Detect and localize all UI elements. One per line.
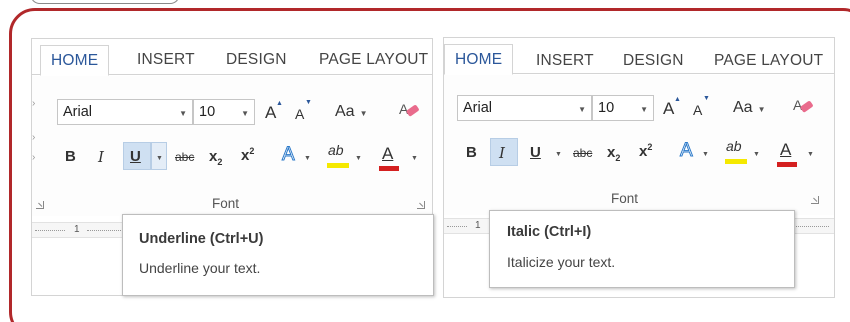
text-effects-button[interactable]: A <box>680 140 694 162</box>
ribbon-tab-bar: HOME INSERT DESIGN PAGE LAYOUT <box>32 39 432 76</box>
clipboard-launcher-icon[interactable] <box>36 201 44 209</box>
tooltip-description: Underline your text. <box>139 260 261 276</box>
tab-home[interactable]: HOME <box>444 44 514 75</box>
underline-tooltip: Underline (Ctrl+U) Underline your text. <box>122 214 434 296</box>
chevron-down-icon[interactable]: ▼ <box>555 151 562 158</box>
font-group: › › › Arial ▼ 10 ▼ A ▲ A ▼ Aa ▼ A B I U ▼ a… <box>32 76 432 216</box>
svg-text:A: A <box>399 101 409 117</box>
chevron-down-icon[interactable]: ▼ <box>411 155 418 162</box>
previous-callout-fragment <box>30 0 180 4</box>
ruler-number: 1 <box>74 224 80 235</box>
ruler-number: 1 <box>475 220 481 231</box>
font-name-value: Arial <box>63 104 93 120</box>
tab-insert[interactable]: INSERT <box>137 51 195 69</box>
subscript-button[interactable]: x2 <box>607 144 620 163</box>
font-name-value: Arial <box>463 100 493 116</box>
highlight-color-button[interactable]: ab <box>725 138 747 164</box>
bold-button[interactable]: B <box>65 148 76 165</box>
italic-button[interactable]: I <box>499 144 505 162</box>
tab-page-layout[interactable]: PAGE LAYOUT <box>714 52 823 70</box>
underline-chevron-down-icon[interactable]: ▼ <box>156 155 163 162</box>
tooltip-description: Italicize your text. <box>507 254 616 270</box>
svg-text:A: A <box>793 97 803 113</box>
tooltip-title: Underline (Ctrl+U) <box>139 231 264 247</box>
clipboard-edge-icon: › <box>32 132 36 143</box>
font-size-value: 10 <box>199 104 216 120</box>
grow-font-button[interactable]: A ▲ <box>265 100 283 123</box>
font-group-label: Font <box>212 196 240 211</box>
shrink-font-button[interactable]: A ▼ <box>693 95 710 118</box>
tab-design[interactable]: DESIGN <box>226 51 287 69</box>
underline-button[interactable]: U <box>130 148 141 165</box>
chevron-down-icon[interactable]: ▼ <box>807 151 814 158</box>
font-group: Arial ▼ 10 ▼ A ▲ A ▼ Aa ▼ A B I U ▼ abc x2 … <box>444 75 834 215</box>
font-group-label: Font <box>611 191 639 206</box>
chevron-down-icon[interactable]: ▼ <box>355 155 362 162</box>
chevron-down-icon[interactable]: ▼ <box>640 105 648 114</box>
font-name-combo[interactable]: Arial ▼ <box>57 99 193 125</box>
change-case-button[interactable]: Aa ▼ <box>335 103 368 121</box>
chevron-down-icon[interactable]: ▼ <box>179 109 187 118</box>
grow-font-button[interactable]: A ▲ <box>663 96 681 119</box>
superscript-button[interactable]: x2 <box>241 146 254 164</box>
change-case-button[interactable]: Aa ▼ <box>733 99 766 117</box>
superscript-button[interactable]: x2 <box>639 142 652 160</box>
ribbon-screenshot-italic: HOME INSERT DESIGN PAGE LAYOUT Arial ▼ 1… <box>443 37 835 298</box>
font-name-combo[interactable]: Arial ▼ <box>457 95 592 121</box>
strikethrough-button[interactable]: abc <box>175 150 194 164</box>
clipboard-edge-icon: › <box>32 98 36 109</box>
font-size-value: 10 <box>598 100 615 116</box>
shrink-font-button[interactable]: A ▼ <box>295 99 312 122</box>
ribbon-tab-bar: HOME INSERT DESIGN PAGE LAYOUT <box>444 38 834 75</box>
font-size-combo[interactable]: 10 ▼ <box>592 95 654 121</box>
clipboard-edge-icon: › <box>32 152 36 163</box>
text-effects-button[interactable]: A <box>282 144 296 166</box>
font-dialog-launcher-icon[interactable] <box>417 201 425 209</box>
clear-formatting-icon[interactable]: A <box>791 95 815 121</box>
font-color-button[interactable]: A <box>777 140 797 167</box>
ribbon-screenshot-underline: HOME INSERT DESIGN PAGE LAYOUT › › › Ari… <box>31 38 434 296</box>
tab-home[interactable]: HOME <box>40 45 110 76</box>
subscript-button[interactable]: x2 <box>209 148 222 167</box>
italic-tooltip: Italic (Ctrl+I) Italicize your text. <box>489 210 795 288</box>
chevron-down-icon[interactable]: ▼ <box>241 109 249 118</box>
tab-page-layout[interactable]: PAGE LAYOUT <box>319 51 428 69</box>
bold-button[interactable]: B <box>466 144 477 161</box>
tab-insert[interactable]: INSERT <box>536 52 594 70</box>
font-size-combo[interactable]: 10 ▼ <box>193 99 255 125</box>
tooltip-title: Italic (Ctrl+I) <box>507 224 592 240</box>
chevron-down-icon[interactable]: ▼ <box>304 155 311 162</box>
tab-design[interactable]: DESIGN <box>623 52 684 70</box>
underline-button[interactable]: U <box>530 144 541 161</box>
chevron-down-icon[interactable]: ▼ <box>578 105 586 114</box>
highlight-color-button[interactable]: ab <box>327 142 349 168</box>
chevron-down-icon[interactable]: ▼ <box>702 151 709 158</box>
font-dialog-launcher-icon[interactable] <box>811 196 819 204</box>
italic-button[interactable]: I <box>98 148 104 166</box>
strikethrough-button[interactable]: abc <box>573 146 592 160</box>
chevron-down-icon[interactable]: ▼ <box>753 151 760 158</box>
font-color-button[interactable]: A <box>379 144 399 171</box>
clear-formatting-icon[interactable]: A <box>397 99 421 125</box>
horizontal-ruler: 1 <box>32 222 132 238</box>
